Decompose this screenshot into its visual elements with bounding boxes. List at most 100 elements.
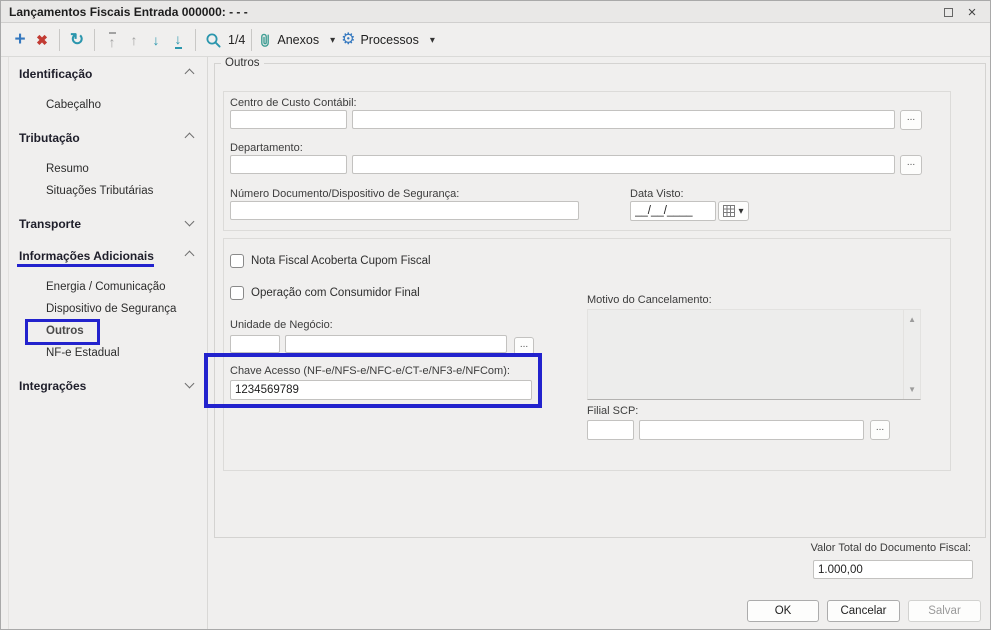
section-label: Informações Adicionais	[19, 249, 154, 263]
close-icon: ×	[967, 4, 977, 21]
toolbar-separator	[94, 29, 95, 51]
delete-icon: ✖	[36, 31, 48, 48]
plus-icon: +	[14, 29, 26, 50]
chevron-up-icon	[184, 132, 195, 143]
panel-outros-campos: Nota Fiscal Acoberta Cupom Fiscal Operaç…	[223, 238, 951, 471]
window-title: Lançamentos Fiscais Entrada 000000: - - …	[9, 5, 248, 19]
search-icon	[206, 33, 221, 48]
motivo-cancelamento-label: Motivo do Cancelamento:	[587, 294, 712, 306]
motivo-cancelamento-textarea[interactable]: ▲ ▼	[587, 309, 921, 400]
unidade-negocio-desc-input[interactable]	[285, 335, 507, 353]
previous-record-button[interactable]: ↑	[123, 27, 145, 53]
scroll-up-icon[interactable]: ▲	[908, 315, 916, 324]
outros-group-title: Outros	[221, 57, 264, 69]
fiscal-entry-window: Lançamentos Fiscais Entrada 000000: - - …	[0, 0, 991, 630]
close-button[interactable]: ×	[964, 4, 980, 20]
last-record-icon: ↓	[174, 30, 182, 49]
sidebar-section-informacoes-adicionais[interactable]: Informações Adicionais	[19, 249, 154, 263]
data-visto-input[interactable]	[630, 201, 716, 221]
scroll-down-icon[interactable]: ▼	[908, 385, 916, 394]
toolbar-separator	[59, 29, 60, 51]
centro-custo-label: Centro de Custo Contábil:	[230, 97, 357, 109]
departamento-label: Departamento:	[230, 142, 303, 154]
sidebar-section-integracoes[interactable]: Integrações	[19, 379, 86, 393]
delete-record-button[interactable]: ✖	[31, 27, 53, 53]
valor-total-input[interactable]	[813, 560, 973, 579]
first-record-button[interactable]: ↑	[101, 27, 123, 53]
ok-button[interactable]: OK	[747, 600, 819, 622]
maximize-icon	[943, 8, 953, 17]
sidebar-item-dispositivo-seguranca[interactable]: Dispositivo de Segurança	[46, 303, 176, 315]
departamento-lookup-button[interactable]: ...	[900, 155, 922, 175]
filial-scp-lookup-button[interactable]: ...	[870, 420, 890, 440]
section-label: Tributação	[19, 131, 80, 145]
anexos-label: Anexos	[277, 33, 320, 47]
sidebar-item-situacoes-tributarias[interactable]: Situações Tributárias	[46, 185, 153, 197]
filial-scp-desc-input[interactable]	[639, 420, 864, 440]
anexos-caret-down-icon: ▾	[330, 34, 336, 46]
processos-button[interactable]: ⚙ Processos ▾	[341, 27, 441, 53]
unidade-negocio-code-input[interactable]	[230, 335, 280, 353]
sidebar-section-identificacao[interactable]: Identificação	[19, 67, 92, 81]
search-button[interactable]	[202, 27, 224, 53]
annotation-underline	[17, 264, 154, 267]
toolbar-separator	[251, 29, 253, 51]
calendar-caret-down-icon: ▾	[738, 205, 744, 217]
maximize-button[interactable]	[940, 4, 956, 20]
chevron-down-icon	[184, 216, 195, 227]
record-indicator: 1/4	[228, 33, 246, 47]
processos-caret-down-icon: ▾	[429, 34, 435, 46]
chave-acesso-label: Chave Acesso (NF-e/NFS-e/NFC-e/CT-e/NF3-…	[230, 365, 510, 377]
panel-identificadores: Centro de Custo Contábil: ... Departamen…	[223, 91, 951, 231]
sidebar-item-cabecalho[interactable]: Cabeçalho	[46, 99, 101, 111]
centro-custo-lookup-button[interactable]: ...	[900, 110, 922, 130]
nota-fiscal-checkbox[interactable]	[230, 254, 244, 268]
add-record-button[interactable]: +	[9, 27, 31, 53]
chave-acesso-input[interactable]	[230, 380, 532, 400]
cancelar-button[interactable]: Cancelar	[827, 600, 900, 622]
section-label: Integrações	[19, 379, 87, 393]
consumidor-final-checkbox[interactable]	[230, 286, 244, 300]
sidebar-item-nfe-estadual[interactable]: NF-e Estadual	[46, 347, 120, 359]
filial-scp-code-input[interactable]	[587, 420, 634, 440]
calendar-icon	[723, 205, 736, 217]
unidade-negocio-lookup-button[interactable]: ...	[514, 337, 534, 355]
nota-fiscal-checkbox-label: Nota Fiscal Acoberta Cupom Fiscal	[251, 255, 431, 267]
sidebar-item-resumo[interactable]: Resumo	[46, 163, 89, 175]
valor-total-label: Valor Total do Documento Fiscal:	[810, 542, 971, 554]
next-record-icon: ↓	[152, 32, 160, 48]
textarea-scrollbar[interactable]: ▲ ▼	[903, 310, 920, 399]
refresh-icon: ↻	[69, 30, 85, 49]
data-visto-calendar-button[interactable]: ▾	[718, 201, 749, 221]
last-record-button[interactable]: ↓	[167, 27, 189, 53]
refresh-button[interactable]: ↻	[66, 27, 88, 53]
previous-record-icon: ↑	[130, 32, 138, 48]
numero-doc-label: Número Documento/Dispositivo de Seguranç…	[230, 188, 460, 200]
salvar-button: Salvar	[908, 600, 981, 622]
centro-custo-desc-input[interactable]	[352, 110, 895, 129]
titlebar: Lançamentos Fiscais Entrada 000000: - - …	[1, 1, 990, 23]
section-label: Transporte	[19, 217, 82, 231]
departamento-desc-input[interactable]	[352, 155, 895, 174]
next-record-button[interactable]: ↓	[145, 27, 167, 53]
chevron-up-icon	[184, 68, 195, 79]
toolbar-separator	[195, 29, 196, 51]
chevron-up-icon	[184, 250, 195, 261]
first-record-icon: ↑	[108, 31, 116, 50]
centro-custo-code-input[interactable]	[230, 110, 347, 129]
paperclip-icon	[261, 33, 270, 47]
section-label: Identificação	[19, 67, 93, 81]
sidebar-section-transporte[interactable]: Transporte	[19, 217, 81, 231]
anexos-button[interactable]: Anexos ▾	[258, 27, 341, 53]
numero-doc-input[interactable]	[230, 201, 579, 220]
sidebar-section-tributacao[interactable]: Tributação	[19, 131, 80, 145]
toolbar: + ✖ ↻ ↑ ↑ ↓ ↓ 1/4 Anexos ▾ ⚙ Processos ▾	[1, 24, 990, 57]
sidebar-item-energia-comunicacao[interactable]: Energia / Comunicação	[46, 281, 166, 293]
sidebar-item-outros[interactable]: Outros	[46, 325, 84, 337]
unidade-negocio-label: Unidade de Negócio:	[230, 319, 333, 331]
filial-scp-label: Filial SCP:	[587, 405, 639, 417]
gear-icon: ⚙	[341, 31, 356, 48]
departamento-code-input[interactable]	[230, 155, 347, 174]
sidebar-edge-line	[8, 57, 9, 629]
data-visto-label: Data Visto:	[630, 188, 684, 200]
